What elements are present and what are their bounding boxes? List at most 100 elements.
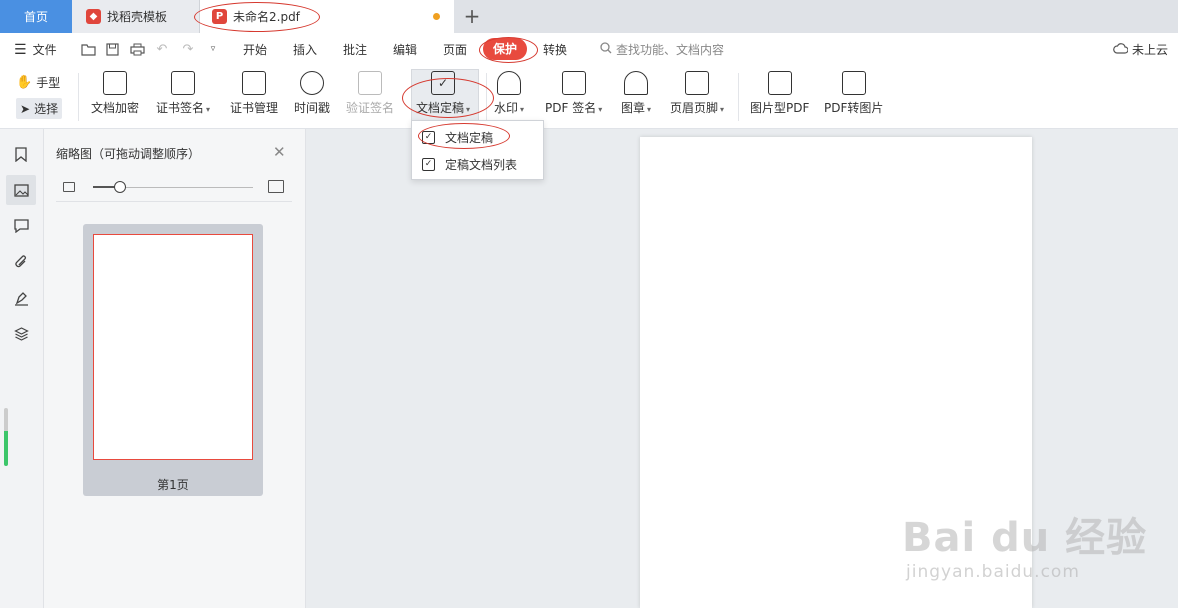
header-footer-label: 页眉页脚 [670, 99, 724, 116]
close-icon[interactable]: ✕ [273, 143, 286, 161]
tab-template-label: 找稻壳模板 [107, 10, 168, 24]
search-input[interactable]: 查找功能、文档内容 [600, 41, 724, 58]
stamp-label: 图章 [621, 99, 651, 116]
certificate-sign-button[interactable]: 证书签名 [156, 71, 210, 116]
header-footer-button[interactable]: 页眉页脚 [670, 71, 724, 116]
attachment-icon[interactable] [6, 247, 36, 277]
tab-annotate[interactable]: 批注 [343, 41, 367, 58]
thumbnail-icon[interactable] [6, 175, 36, 205]
tab-document[interactable]: P 未命名2.pdf [200, 0, 454, 33]
unsaved-dot-icon [433, 13, 440, 20]
certificate-manage-icon [242, 71, 266, 95]
stamp-icon [624, 71, 649, 95]
watermark-icon [497, 71, 522, 95]
file-menu-button[interactable]: ☰ 文件 [14, 41, 57, 58]
stamp-button[interactable]: 图章 [621, 71, 651, 116]
ribbon-divider [486, 73, 487, 121]
select-tool-button[interactable]: ➤ 选择 [16, 98, 63, 119]
check-list-icon: ✓ [422, 157, 435, 171]
tab-insert[interactable]: 插入 [293, 41, 317, 58]
image-pdf-button[interactable]: 图片型PDF [750, 71, 809, 116]
page-thumbnail[interactable] [93, 234, 253, 460]
ribbon-divider [78, 73, 79, 121]
ribbon-toolbar: ✋ 手型 ➤ 选择 文档加密 证书签名 证书管理 时间戳 验证签名 ✓ 文档定稿… [0, 67, 1178, 129]
cursor-icon: ➤ [20, 101, 31, 116]
thumbnail-panel-title: 缩略图（可拖动调整顺序） [56, 147, 201, 161]
timestamp-button[interactable]: 时间戳 [294, 71, 330, 116]
small-image-icon[interactable] [63, 182, 75, 192]
tab-home[interactable]: 首页 [0, 0, 72, 33]
tab-start[interactable]: 开始 [243, 41, 267, 58]
docer-logo-icon: ◆ [86, 9, 101, 24]
doc-encrypt-icon [103, 71, 127, 95]
menu-item-finalized-list-label: 定稿文档列表 [445, 157, 518, 172]
baidu-watermark: Bai du 经验 [902, 515, 1148, 561]
menu-item-finalize-label: 文档定稿 [445, 130, 494, 145]
hand-tool-button[interactable]: ✋ 手型 [16, 74, 60, 91]
tab-edit[interactable]: 编辑 [393, 41, 417, 58]
menu-bar: ☰ 文件 ↶ ↷ ▿ 开始 插入 批注 编辑 页面 保护 转换 查找功能、文档内… [0, 33, 1178, 67]
header-footer-icon [685, 71, 710, 95]
timestamp-icon [300, 71, 324, 95]
tab-template[interactable]: ◆ 找稻壳模板 [72, 0, 200, 33]
pdf-file-icon: P [212, 9, 227, 24]
watermark-button[interactable]: 水印 [494, 71, 524, 116]
verify-sign-button[interactable]: 验证签名 [346, 71, 394, 116]
undo-icon[interactable]: ↶ [154, 41, 170, 57]
panel-scrollbar[interactable] [4, 408, 8, 466]
signature-pen-icon[interactable] [6, 283, 36, 313]
hamburger-icon: ☰ [14, 41, 27, 58]
certificate-sign-icon [171, 71, 196, 95]
redo-icon[interactable]: ↷ [180, 41, 196, 57]
tab-page[interactable]: 页面 [443, 41, 467, 58]
doc-encrypt-button[interactable]: 文档加密 [91, 71, 139, 116]
tab-home-label: 首页 [23, 10, 48, 24]
left-icon-strip [0, 129, 44, 608]
hand-tool-label: 手型 [36, 76, 61, 90]
tab-document-label: 未命名2.pdf [233, 10, 300, 24]
pdf-sign-label: PDF 签名 [545, 99, 602, 116]
certificate-sign-label: 证书签名 [156, 99, 210, 116]
select-tool-label: 选择 [34, 102, 59, 116]
page-thumbnail-label: 第1页 [157, 478, 189, 492]
save-icon[interactable] [104, 41, 120, 57]
pdf-sign-button[interactable]: PDF 签名 [545, 71, 602, 116]
pdf-to-image-button[interactable]: PDF转图片 [824, 71, 883, 116]
comment-icon[interactable] [6, 211, 36, 241]
cloud-icon [1113, 42, 1129, 57]
search-placeholder: 查找功能、文档内容 [616, 43, 725, 57]
finalize-dropdown-menu: ✓ 文档定稿 ✓ 定稿文档列表 [411, 120, 544, 180]
cloud-status-button[interactable]: 未上云 [1113, 41, 1168, 58]
tab-convert[interactable]: 转换 [543, 41, 567, 58]
watermark-label: 水印 [494, 99, 524, 116]
finalize-button[interactable]: ✓ 文档定稿 [416, 71, 470, 116]
tab-protect[interactable]: 保护 [483, 38, 527, 60]
pdf-to-image-icon [841, 71, 866, 95]
customize-chevron-icon[interactable]: ▿ [205, 41, 221, 57]
tab-bar: 首页 ◆ 找稻壳模板 P 未命名2.pdf + [0, 0, 1178, 33]
ribbon-divider [738, 73, 739, 121]
verify-sign-icon [358, 71, 382, 95]
print-icon[interactable] [129, 41, 145, 57]
file-menu-label: 文件 [32, 43, 57, 57]
pdf-to-image-label: PDF转图片 [824, 101, 884, 115]
doc-encrypt-label: 文档加密 [91, 101, 140, 115]
hand-icon: ✋ [16, 75, 33, 90]
new-tab-button[interactable]: + [460, 4, 484, 28]
pdf-sign-icon [561, 71, 586, 95]
certificate-manage-button[interactable]: 证书管理 [230, 71, 278, 116]
baidu-watermark-url: jingyan.baidu.com [906, 562, 1080, 582]
layers-icon[interactable] [6, 319, 36, 349]
finalize-icon: ✓ [431, 71, 456, 95]
large-image-icon[interactable] [268, 180, 284, 193]
image-pdf-label: 图片型PDF [750, 101, 810, 115]
menu-item-finalized-list[interactable]: ✓ 定稿文档列表 [412, 151, 543, 177]
verify-sign-label: 验证签名 [346, 101, 395, 115]
open-folder-icon[interactable] [80, 41, 96, 57]
check-box-icon: ✓ [422, 130, 435, 144]
image-pdf-icon [767, 71, 792, 95]
cloud-status-label: 未上云 [1132, 43, 1169, 57]
search-icon [600, 42, 612, 57]
menu-item-finalize[interactable]: ✓ 文档定稿 [412, 124, 543, 150]
bookmark-icon[interactable] [6, 139, 36, 169]
